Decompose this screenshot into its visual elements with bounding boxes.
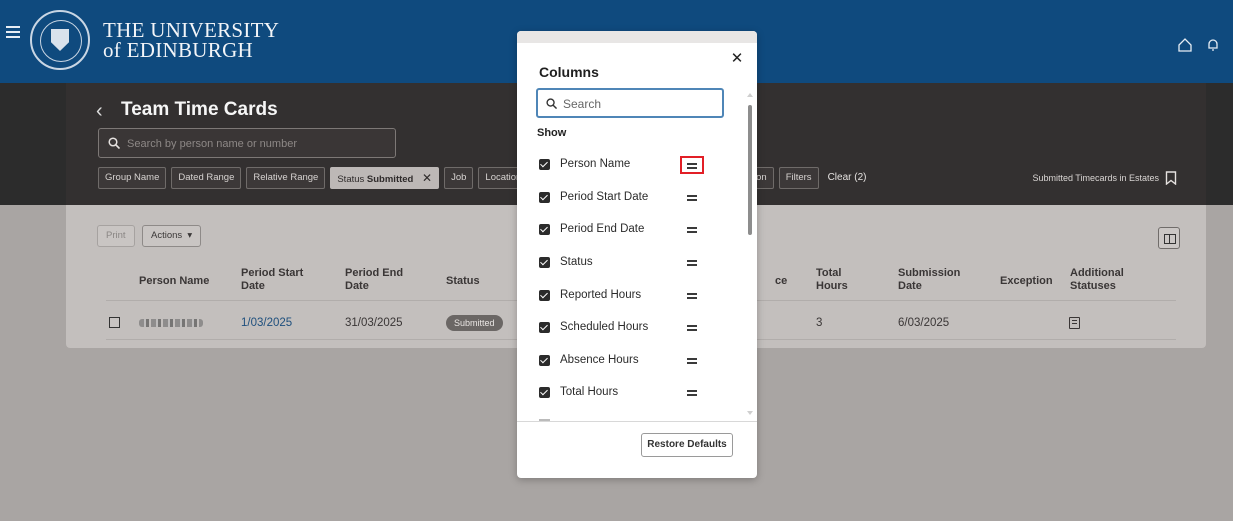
- close-icon[interactable]: ✕: [729, 51, 745, 67]
- row-checkbox[interactable]: [109, 317, 120, 328]
- column-item-scheduled-hours[interactable]: Scheduled Hours: [539, 319, 729, 337]
- checkbox-checked[interactable]: [539, 387, 550, 398]
- header-additional-statuses[interactable]: Additional Statuses: [1070, 267, 1140, 293]
- column-label: Period End Date: [560, 223, 645, 235]
- university-name: THE UNIVERSITY of EDINBURGH: [103, 18, 280, 62]
- drag-handle-icon[interactable]: [684, 290, 698, 302]
- drag-handle-icon[interactable]: [684, 257, 698, 269]
- chip-filters[interactable]: Filters: [778, 167, 819, 189]
- restore-defaults-button[interactable]: Restore Defaults: [641, 433, 733, 457]
- header-total-hours[interactable]: Total Hours: [816, 267, 866, 293]
- checkbox-checked[interactable]: [539, 224, 550, 235]
- search-icon: [546, 98, 557, 109]
- cell-submission-date: 6/03/2025: [898, 317, 950, 329]
- bookmark-icon[interactable]: [1165, 171, 1177, 185]
- top-icons: [1177, 37, 1221, 53]
- checkbox-checked[interactable]: [539, 290, 550, 301]
- scroll-up-arrow[interactable]: [747, 93, 753, 97]
- dialog-title: Columns: [539, 64, 599, 80]
- person-search-input[interactable]: [127, 135, 387, 153]
- home-icon[interactable]: [1177, 37, 1193, 53]
- cell-period-start[interactable]: 1/03/2025: [241, 317, 292, 329]
- header-person-name[interactable]: Person Name: [139, 275, 209, 288]
- show-section-label: Show: [537, 127, 567, 139]
- page-title: Team Time Cards: [121, 99, 278, 120]
- back-chevron-icon[interactable]: ‹: [96, 100, 103, 123]
- university-name-line2: of EDINBURGH: [103, 38, 254, 62]
- header-status[interactable]: Status: [446, 275, 480, 288]
- dialog-footer-divider: [517, 421, 757, 422]
- scroll-down-arrow[interactable]: [747, 411, 753, 415]
- column-label: Status: [560, 256, 593, 268]
- print-button[interactable]: Print: [97, 225, 135, 247]
- saved-search-label: Submitted Timecards in Estates: [1032, 173, 1159, 183]
- additional-status-icon[interactable]: [1069, 317, 1080, 329]
- header-exception[interactable]: Exception: [1000, 275, 1053, 288]
- clear-filters-link[interactable]: Clear (2): [828, 167, 867, 189]
- menu-icon[interactable]: [6, 26, 20, 41]
- column-item-period-end-date[interactable]: Period End Date: [539, 221, 729, 239]
- column-item-status[interactable]: Status: [539, 254, 729, 272]
- column-item-period-start-date[interactable]: Period Start Date: [539, 189, 729, 207]
- filter-chips-right: ion Filters Clear (2): [747, 167, 866, 189]
- column-item-reported-hours[interactable]: Reported Hours: [539, 287, 729, 305]
- columns-search[interactable]: [536, 88, 724, 118]
- chip-status-submitted[interactable]: Status Submitted ✕: [330, 167, 440, 189]
- checkbox-checked[interactable]: [539, 192, 550, 203]
- checkbox-checked[interactable]: [539, 355, 550, 366]
- header-absence-partial[interactable]: ce: [775, 275, 787, 288]
- actions-button[interactable]: Actions ▾: [142, 225, 202, 247]
- column-label: Absence Hours: [560, 354, 639, 366]
- column-label: Scheduled Hours: [560, 321, 649, 333]
- dialog-top-strip: [517, 31, 757, 43]
- column-item-absence-hours[interactable]: Absence Hours: [539, 352, 729, 370]
- saved-search[interactable]: Submitted Timecards in Estates: [1032, 171, 1177, 185]
- checkbox-checked[interactable]: [539, 322, 550, 333]
- drag-handle-icon[interactable]: [684, 355, 698, 367]
- university-name-line1: THE UNIVERSITY: [103, 18, 280, 42]
- checkbox-checked[interactable]: [539, 257, 550, 268]
- drag-handle-icon[interactable]: [684, 322, 698, 334]
- column-label: Period Start Date: [560, 191, 649, 203]
- actions-label: Actions: [151, 230, 183, 241]
- chip-status-value: Submitted: [366, 174, 414, 185]
- header-submission-date[interactable]: Submission Date: [898, 267, 968, 293]
- columns-search-input[interactable]: [563, 96, 713, 112]
- cell-period-end: 31/03/2025: [345, 317, 403, 329]
- chip-relative-range[interactable]: Relative Range: [246, 167, 326, 189]
- chip-job[interactable]: Job: [444, 167, 474, 189]
- checkbox-checked[interactable]: [539, 159, 550, 170]
- column-label: Person Name: [560, 158, 631, 170]
- drag-handle-icon[interactable]: [684, 224, 698, 236]
- drag-handle-icon[interactable]: [684, 192, 698, 204]
- column-item-person-name[interactable]: Person Name: [539, 156, 729, 174]
- status-badge: Submitted: [446, 315, 503, 331]
- cell-total-hours: 3: [816, 317, 823, 329]
- drag-handle-icon[interactable]: [680, 156, 704, 174]
- university-crest-logo[interactable]: [30, 10, 90, 70]
- remove-filter-icon[interactable]: ✕: [422, 171, 432, 185]
- person-search[interactable]: [98, 128, 396, 158]
- columns-icon[interactable]: [1158, 227, 1180, 249]
- search-icon: [108, 137, 120, 149]
- column-label: Total Hours: [560, 386, 619, 398]
- columns-dialog: ✕ Columns Show Person Name Period Start …: [517, 31, 757, 478]
- person-name-redacted: [139, 319, 203, 327]
- chip-status-label: Status: [337, 174, 365, 185]
- dialog-scrollbar[interactable]: [748, 105, 752, 235]
- caret-down-icon: ▾: [184, 230, 193, 241]
- chip-dated-range[interactable]: Dated Range: [171, 167, 242, 189]
- filter-chips: Group Name Dated Range Relative Range St…: [98, 167, 529, 189]
- header-period-start[interactable]: Period Start Date: [241, 267, 321, 293]
- chip-group-name[interactable]: Group Name: [98, 167, 167, 189]
- column-label: Reported Hours: [560, 289, 642, 301]
- bell-icon[interactable]: [1205, 37, 1221, 53]
- header-period-end[interactable]: Period End Date: [345, 267, 415, 293]
- drag-handle-icon[interactable]: [684, 387, 698, 399]
- column-item-total-hours[interactable]: Total Hours: [539, 384, 729, 402]
